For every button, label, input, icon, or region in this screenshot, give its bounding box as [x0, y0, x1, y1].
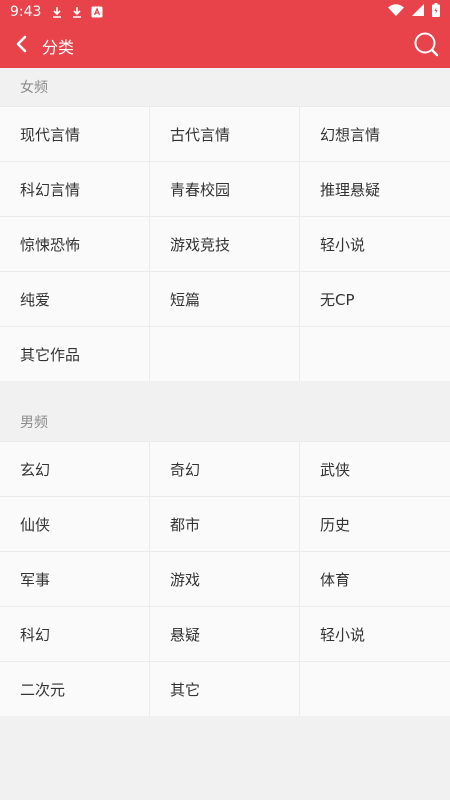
grid-row: 纯爱 短篇 无CP — [0, 271, 450, 326]
category-item[interactable]: 其它 — [150, 662, 300, 716]
grid-row: 惊悚恐怖 游戏竞技 轻小说 — [0, 216, 450, 271]
search-icon — [413, 31, 439, 61]
grid-row: 其它作品 — [0, 326, 450, 381]
category-item[interactable]: 青春校园 — [150, 162, 300, 216]
category-item[interactable]: 玄幻 — [0, 442, 150, 496]
category-item[interactable]: 幻想言情 — [300, 107, 450, 161]
download-icon — [71, 6, 83, 18]
search-button[interactable] — [412, 32, 440, 60]
category-item[interactable]: 二次元 — [0, 662, 150, 716]
category-item[interactable]: 悬疑 — [150, 607, 300, 661]
category-item[interactable]: 轻小说 — [300, 217, 450, 271]
category-item[interactable]: 古代言情 — [150, 107, 300, 161]
back-button[interactable] — [2, 24, 42, 68]
category-item[interactable]: 科幻 — [0, 607, 150, 661]
category-item[interactable]: 其它作品 — [0, 327, 150, 381]
category-item[interactable]: 仙侠 — [0, 497, 150, 551]
category-item[interactable]: 游戏 — [150, 552, 300, 606]
category-item[interactable]: 短篇 — [150, 272, 300, 326]
wifi-icon — [388, 4, 404, 20]
section-title: 男频 — [20, 415, 48, 431]
grid-row: 玄幻 奇幻 武侠 — [0, 441, 450, 496]
category-item[interactable]: 武侠 — [300, 442, 450, 496]
empty-cell — [300, 662, 450, 716]
empty-cell — [300, 327, 450, 381]
category-grid-male: 玄幻 奇幻 武侠 仙侠 都市 历史 军事 游戏 体育 科幻 悬疑 轻小说 二次元… — [0, 441, 450, 716]
category-grid-female: 现代言情 古代言情 幻想言情 科幻言情 青春校园 推理悬疑 惊悚恐怖 游戏竞技 … — [0, 106, 450, 381]
grid-row: 军事 游戏 体育 — [0, 551, 450, 606]
grid-row: 仙侠 都市 历史 — [0, 496, 450, 551]
category-item[interactable]: 推理悬疑 — [300, 162, 450, 216]
chevron-left-icon — [15, 35, 29, 57]
grid-row: 现代言情 古代言情 幻想言情 — [0, 106, 450, 161]
category-item[interactable]: 无CP — [300, 272, 450, 326]
battery-icon — [432, 3, 440, 21]
category-item[interactable]: 科幻言情 — [0, 162, 150, 216]
app-icon — [91, 6, 103, 18]
section-title: 女频 — [20, 80, 48, 96]
category-item[interactable]: 轻小说 — [300, 607, 450, 661]
cellular-icon — [412, 4, 424, 20]
section-header-male: 男频 — [0, 403, 450, 441]
empty-cell — [150, 327, 300, 381]
grid-row: 科幻言情 青春校园 推理悬疑 — [0, 161, 450, 216]
app-bar: 分类 — [0, 24, 450, 68]
category-item[interactable]: 纯爱 — [0, 272, 150, 326]
page-title: 分类 — [42, 38, 75, 57]
grid-row: 二次元 其它 — [0, 661, 450, 716]
grid-row: 科幻 悬疑 轻小说 — [0, 606, 450, 661]
category-item[interactable]: 游戏竞技 — [150, 217, 300, 271]
category-item[interactable]: 现代言情 — [0, 107, 150, 161]
status-bar: 9:43 — [0, 0, 450, 24]
category-item[interactable]: 都市 — [150, 497, 300, 551]
category-item[interactable]: 惊悚恐怖 — [0, 217, 150, 271]
status-time: 9:43 — [10, 4, 42, 20]
download-icon — [51, 6, 63, 18]
section-header-female: 女频 — [0, 68, 450, 106]
category-item[interactable]: 军事 — [0, 552, 150, 606]
category-item[interactable]: 历史 — [300, 497, 450, 551]
category-item[interactable]: 奇幻 — [150, 442, 300, 496]
category-item[interactable]: 体育 — [300, 552, 450, 606]
